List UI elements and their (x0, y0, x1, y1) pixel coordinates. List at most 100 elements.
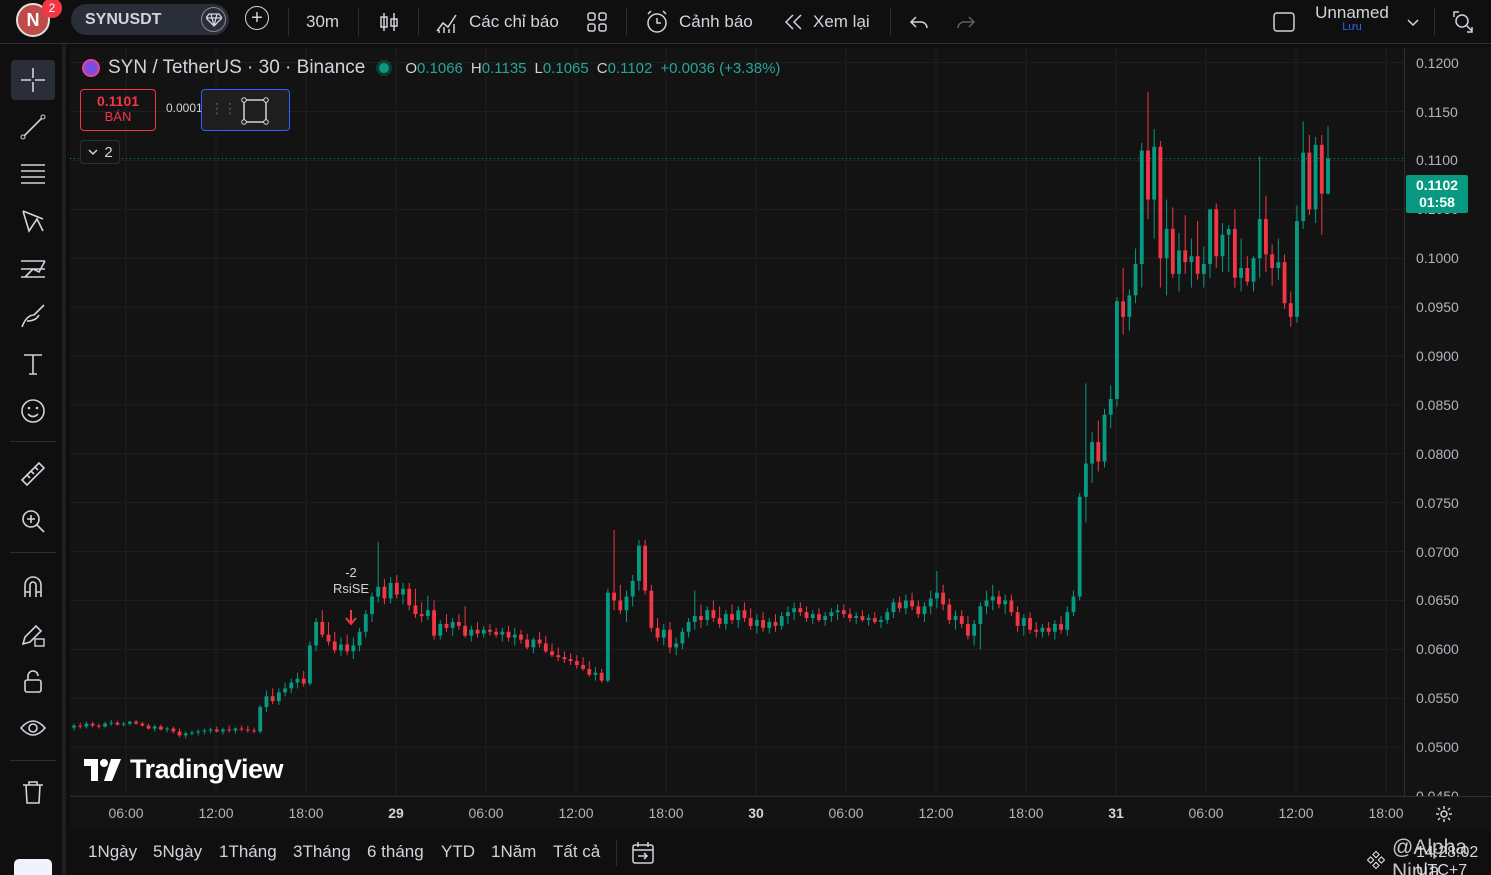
candle-body (227, 729, 232, 731)
candlestick-chart[interactable] (70, 48, 1404, 796)
candle-body (997, 596, 1001, 605)
time-tick: 30 (748, 805, 764, 821)
range-1m[interactable]: 1Tháng (219, 842, 277, 862)
range-6m[interactable]: 6 tháng (367, 842, 424, 862)
signal-name: RsiSE (332, 581, 370, 596)
expand-arrow-icon[interactable] (14, 859, 52, 875)
replay-button[interactable]: Xem lại (782, 0, 870, 44)
candle-body (382, 586, 387, 599)
candle-body (475, 629, 480, 634)
symbol-search-button[interactable]: SYNUSDT (71, 4, 229, 35)
candle-body (748, 618, 753, 626)
candle-body (829, 612, 834, 617)
candle-body (643, 545, 648, 591)
range-3m[interactable]: 3Tháng (293, 842, 351, 862)
candle-body (841, 610, 846, 615)
text-tool-icon[interactable] (11, 344, 55, 384)
candle-body (891, 602, 896, 613)
candle-body (804, 612, 809, 619)
brush-icon[interactable] (11, 296, 55, 336)
range-ytd[interactable]: YTD (441, 842, 475, 862)
crosshair-icon[interactable] (11, 60, 55, 100)
sell-button[interactable]: 0.1101 BÁN (80, 89, 156, 131)
candle-body (363, 614, 368, 632)
legend-title[interactable]: SYN / TetherUS · 30 · Binance (108, 57, 365, 79)
indicators-button[interactable]: Các chỉ báo (434, 0, 559, 44)
open-value: 0.1066 (417, 59, 463, 77)
candle-body (152, 726, 157, 729)
tradingview-logo[interactable]: TradingView (84, 754, 284, 785)
trash-icon[interactable] (11, 772, 55, 812)
candle-body (326, 634, 331, 642)
compare-symbol-add-icon[interactable]: + (245, 6, 269, 30)
candle-body (158, 726, 163, 730)
indicators-collapse-button[interactable]: 2 (80, 140, 120, 164)
syn-coin-icon (82, 59, 100, 77)
magnet-icon[interactable] (11, 566, 55, 606)
candle-body (655, 627, 660, 638)
candle-body (1102, 414, 1107, 462)
candle-body (1040, 627, 1045, 632)
candle-body (1270, 254, 1275, 268)
pattern-icon[interactable] (11, 201, 55, 241)
zoom-in-icon[interactable] (11, 501, 55, 541)
toolbar-divider (890, 8, 891, 36)
candle-body (1003, 600, 1008, 605)
range-1d[interactable]: 1Ngày (88, 842, 137, 862)
candle-body (1201, 264, 1206, 274)
alert-button[interactable]: Cảnh báo (644, 0, 753, 44)
lock-drawing-pencil-icon[interactable] (11, 614, 55, 654)
quick-search-icon[interactable] (1450, 0, 1476, 44)
redo-icon[interactable] (955, 0, 977, 44)
indicators-label: Các chỉ báo (469, 12, 559, 31)
unlock-icon[interactable] (11, 661, 55, 701)
range-5d[interactable]: 5Ngày (153, 842, 202, 862)
candle-body (463, 625, 468, 636)
ruler-icon[interactable] (11, 454, 55, 494)
price-tick: 0.1100 (1416, 152, 1458, 169)
drag-handle-icon[interactable]: ⋮⋮ (210, 100, 237, 117)
chart-pane[interactable] (70, 48, 1404, 796)
candle-body (1146, 150, 1150, 200)
buy-button[interactable]: ⋮⋮ (201, 89, 290, 131)
candle-body (848, 614, 852, 619)
forecast-icon[interactable] (11, 249, 55, 289)
toolbar-divider (10, 552, 56, 553)
candle-body (1226, 228, 1231, 235)
time-tick: 12:00 (198, 805, 234, 821)
candle-body (295, 678, 300, 683)
diamond-icon[interactable] (201, 7, 226, 32)
price-axis[interactable]: 0.12000.11500.11000.10500.10000.09500.09… (1404, 48, 1491, 804)
eye-icon[interactable] (11, 708, 55, 748)
rsi-signal-annotation[interactable]: -2 RsiSE (330, 565, 372, 597)
undo-icon[interactable] (908, 0, 930, 44)
layout-save-button[interactable]: Unnamed Lưu (1314, 3, 1390, 33)
trend-line-icon[interactable] (11, 107, 55, 147)
emoji-icon[interactable] (11, 391, 55, 431)
goto-date-calendar-icon[interactable] (630, 840, 656, 866)
layout-square-icon[interactable] (1272, 0, 1296, 44)
price-tick: 0.0850 (1416, 396, 1459, 413)
interval-button[interactable]: 30m (306, 0, 339, 44)
candle-body (72, 725, 76, 728)
time-tick: 12:00 (1278, 805, 1314, 821)
rectangle-tool-icon[interactable] (240, 96, 270, 126)
candle-body (258, 707, 263, 732)
candle-body (202, 730, 207, 732)
templates-grid-icon[interactable] (586, 0, 608, 44)
candle-body (245, 729, 250, 731)
chevron-down-icon[interactable] (1406, 0, 1420, 44)
time-axis[interactable]: 06:00 12:00 18:00 29 06:00 12:00 18:00 30 06:00 1… (70, 796, 1491, 829)
low-value: 0.1065 (542, 59, 589, 77)
candle-body (879, 620, 883, 622)
candle-body (556, 655, 561, 658)
chevron-down-icon (88, 149, 98, 156)
range-1y[interactable]: 1Năm (491, 842, 536, 862)
chart-settings-gear-icon[interactable] (1434, 804, 1454, 824)
fib-retracement-icon[interactable] (11, 154, 55, 194)
candle-body (736, 610, 741, 620)
range-all[interactable]: Tất cả (553, 842, 600, 862)
candle-body (171, 728, 176, 732)
candles-type-icon[interactable] (377, 0, 401, 44)
price-tick: 0.0500 (1416, 739, 1459, 756)
